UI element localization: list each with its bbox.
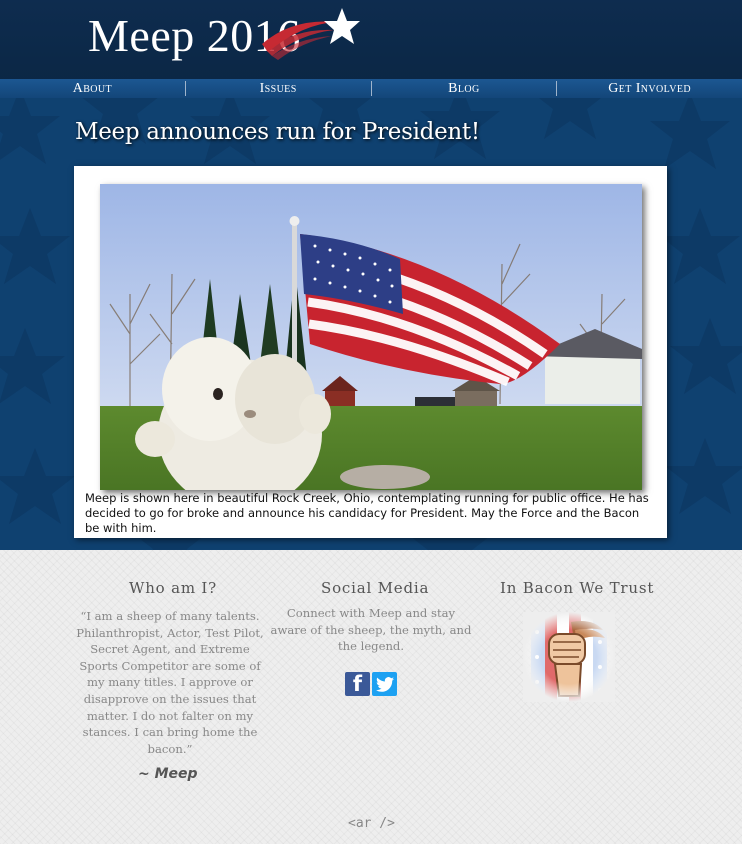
nav-item-blog[interactable]: Blog (372, 79, 557, 98)
star-swoosh-icon (262, 8, 360, 60)
post-title[interactable]: Meep announces run for President! (75, 119, 480, 145)
site-header: Meep 2016 (0, 0, 742, 84)
bacon-fist-icon (523, 612, 615, 702)
social-text: Connect with Meep and stay aware of the … (270, 606, 472, 653)
meep-flag-photo-image (100, 184, 642, 490)
about-heading: Who am I? (129, 579, 217, 597)
post-caption: Meep is shown here in beautiful Rock Cre… (85, 491, 649, 535)
bacon-heading: In Bacon We Trust (500, 579, 655, 597)
facebook-glyph: f (352, 672, 363, 696)
post-photo[interactable] (100, 184, 642, 490)
nav-item-about[interactable]: About (0, 79, 185, 98)
nav-item-get-involved[interactable]: Get Involved (557, 79, 742, 98)
twitter-icon[interactable] (372, 672, 397, 696)
main-nav: About Issues Blog Get Involved (0, 79, 742, 98)
nav-item-issues[interactable]: Issues (186, 79, 371, 98)
site-footer: Who am I? “I am a sheep of many talents.… (0, 550, 742, 844)
site-credit-link[interactable]: <ar /> (348, 816, 395, 831)
facebook-icon[interactable]: f (345, 672, 370, 696)
signature: ~ Meep (138, 766, 198, 782)
main-content: Meep announces run for President! Meep i… (0, 98, 742, 550)
about-quote: “I am a sheep of many talents. Philanthr… (76, 609, 264, 756)
post-card: Meep is shown here in beautiful Rock Cre… (74, 166, 667, 538)
social-heading: Social Media (321, 579, 430, 597)
twitter-bird-icon (375, 676, 394, 692)
